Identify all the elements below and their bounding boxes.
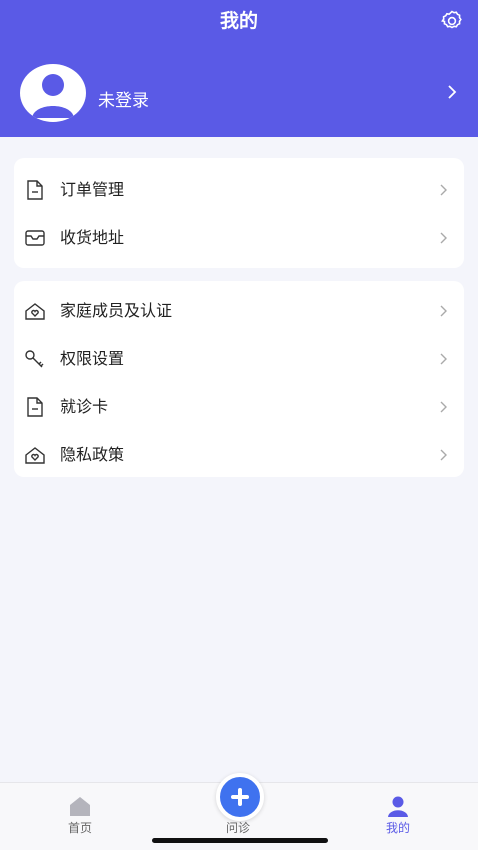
chevron-right-icon[interactable] — [444, 82, 460, 102]
home-icon — [68, 795, 92, 817]
tab-home[interactable]: 首页 — [50, 783, 110, 841]
page-title: 我的 — [219, 10, 258, 32]
menu-item-permissions[interactable]: 权限设置 — [14, 335, 464, 383]
menu-item-label: 权限设置 — [60, 349, 125, 368]
home-indicator — [152, 838, 328, 843]
chevron-right-icon — [438, 399, 450, 415]
chevron-right-icon — [438, 230, 450, 246]
tab-label: 问诊 — [225, 821, 250, 835]
menu-item-privacy[interactable]: 隐私政策 — [14, 431, 464, 479]
menu-item-label: 家庭成员及认证 — [60, 301, 173, 320]
settings-card: 家庭成员及认证 权限设置 就诊卡 隐私政策 — [14, 281, 464, 477]
orders-card: 订单管理 收货地址 — [14, 158, 464, 268]
chevron-right-icon — [438, 351, 450, 367]
chevron-right-icon — [438, 182, 450, 198]
chevron-right-icon — [438, 447, 450, 463]
key-icon — [24, 348, 46, 370]
tab-mine[interactable]: 我的 — [368, 783, 428, 841]
inbox-icon — [24, 227, 46, 249]
menu-item-family[interactable]: 家庭成员及认证 — [14, 287, 464, 335]
document-icon — [24, 179, 46, 201]
menu-item-label: 就诊卡 — [60, 397, 109, 416]
avatar[interactable] — [20, 64, 86, 122]
tab-label: 首页 — [67, 821, 92, 835]
house-heart-icon — [24, 300, 46, 322]
menu-item-label: 订单管理 — [60, 180, 125, 199]
tab-label: 我的 — [385, 821, 410, 835]
profile-header: 我的 未登录 — [0, 0, 478, 137]
login-status-text[interactable]: 未登录 — [98, 89, 149, 113]
menu-item-medical-card[interactable]: 就诊卡 — [14, 383, 464, 431]
menu-item-label: 隐私政策 — [60, 445, 125, 464]
house-heart-icon — [24, 444, 46, 466]
menu-item-label: 收货地址 — [60, 228, 125, 247]
gear-icon[interactable] — [440, 9, 464, 33]
chevron-right-icon — [438, 303, 450, 319]
menu-item-orders[interactable]: 订单管理 — [14, 166, 464, 214]
menu-item-address[interactable]: 收货地址 — [14, 214, 464, 262]
user-icon — [386, 795, 410, 817]
plus-icon — [231, 788, 249, 806]
consult-button[interactable] — [216, 773, 264, 821]
document-icon — [24, 396, 46, 418]
